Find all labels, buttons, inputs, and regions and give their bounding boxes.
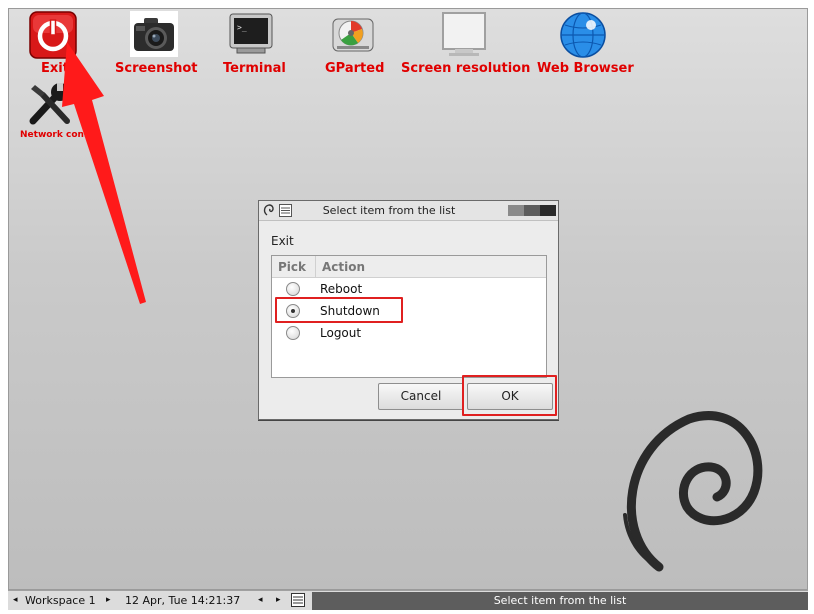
dialog-title: Select item from the list [322, 204, 456, 217]
taskbar-prev-arrow-icon[interactable]: ◂ [258, 595, 263, 605]
desktop-icon-label: Screenshot [115, 61, 198, 76]
desktop-icon-label: Web Browser [537, 61, 634, 76]
ok-button[interactable]: OK [467, 383, 553, 410]
debian-logo [619, 407, 769, 577]
desktop-icon-label: Network config [20, 130, 98, 140]
taskbar: ◂ Workspace 1 ▸ 12 Apr, Tue 14:21:37 ◂ ▸… [8, 590, 808, 610]
select-item-dialog: Select item from the list Exit Pick Acti… [258, 200, 559, 420]
globe-icon [559, 11, 607, 59]
desktop-icon-label: Exit [41, 61, 69, 76]
list-header: Pick Action [272, 256, 546, 278]
desktop-icon-web-browser[interactable]: Web Browser [537, 9, 642, 79]
disk-icon [331, 15, 375, 55]
dialog-prompt: Exit [271, 234, 294, 248]
clock: 12 Apr, Tue 14:21:37 [125, 594, 241, 607]
window-list-icon[interactable] [291, 593, 305, 607]
dialog-titlebar[interactable]: Select item from the list [259, 201, 558, 221]
maximize-button[interactable] [524, 205, 540, 216]
monitor-icon [441, 11, 487, 57]
list-item-label: Reboot [320, 282, 363, 296]
desktop-icon-network-config[interactable]: Network config [9, 81, 109, 143]
minimize-button[interactable] [508, 205, 524, 216]
logout-radio[interactable] [286, 326, 300, 340]
desktop-icon-label: GParted [325, 61, 385, 76]
column-header-pick[interactable]: Pick [278, 260, 306, 274]
action-list: Pick Action Reboot Shutdown Logout [271, 255, 547, 378]
taskbar-next-arrow-icon[interactable]: ▸ [276, 595, 281, 605]
list-item-reboot[interactable]: Reboot [272, 278, 546, 300]
reboot-radio[interactable] [286, 282, 300, 296]
column-header-action[interactable]: Action [322, 260, 365, 274]
desktop-icon-exit[interactable]: Exit [9, 9, 99, 79]
workspace-next-arrow-icon[interactable]: ▸ [106, 595, 111, 605]
cancel-button[interactable]: Cancel [378, 383, 464, 410]
list-item-logout[interactable]: Logout [272, 322, 546, 344]
list-item-shutdown[interactable]: Shutdown [272, 300, 546, 322]
desktop-icon-terminal[interactable]: >_ Terminal [219, 9, 299, 79]
desktop-icon-label: Terminal [223, 61, 286, 76]
workspace-prev-arrow-icon[interactable]: ◂ [13, 595, 18, 605]
workspace-label[interactable]: Workspace 1 [25, 594, 96, 607]
tools-icon [27, 81, 75, 125]
desktop-icon-screenshot[interactable]: Screenshot [109, 9, 204, 79]
radio-selected-dot [291, 309, 295, 313]
power-icon [29, 11, 77, 59]
list-item-label: Shutdown [320, 304, 380, 318]
terminal-icon: >_ [229, 13, 273, 55]
taskbar-window-button[interactable]: Select item from the list [312, 592, 808, 610]
shutdown-radio[interactable] [286, 304, 300, 318]
desktop-icon-screen-resolution[interactable]: Screen resolution [401, 9, 541, 79]
desktop-icon-gparted[interactable]: GParted [319, 9, 399, 79]
close-button[interactable] [540, 205, 556, 216]
desktop-icon-label: Screen resolution [401, 61, 531, 76]
svg-text:>_: >_ [237, 23, 247, 32]
camera-icon [130, 11, 178, 57]
list-item-label: Logout [320, 326, 362, 340]
